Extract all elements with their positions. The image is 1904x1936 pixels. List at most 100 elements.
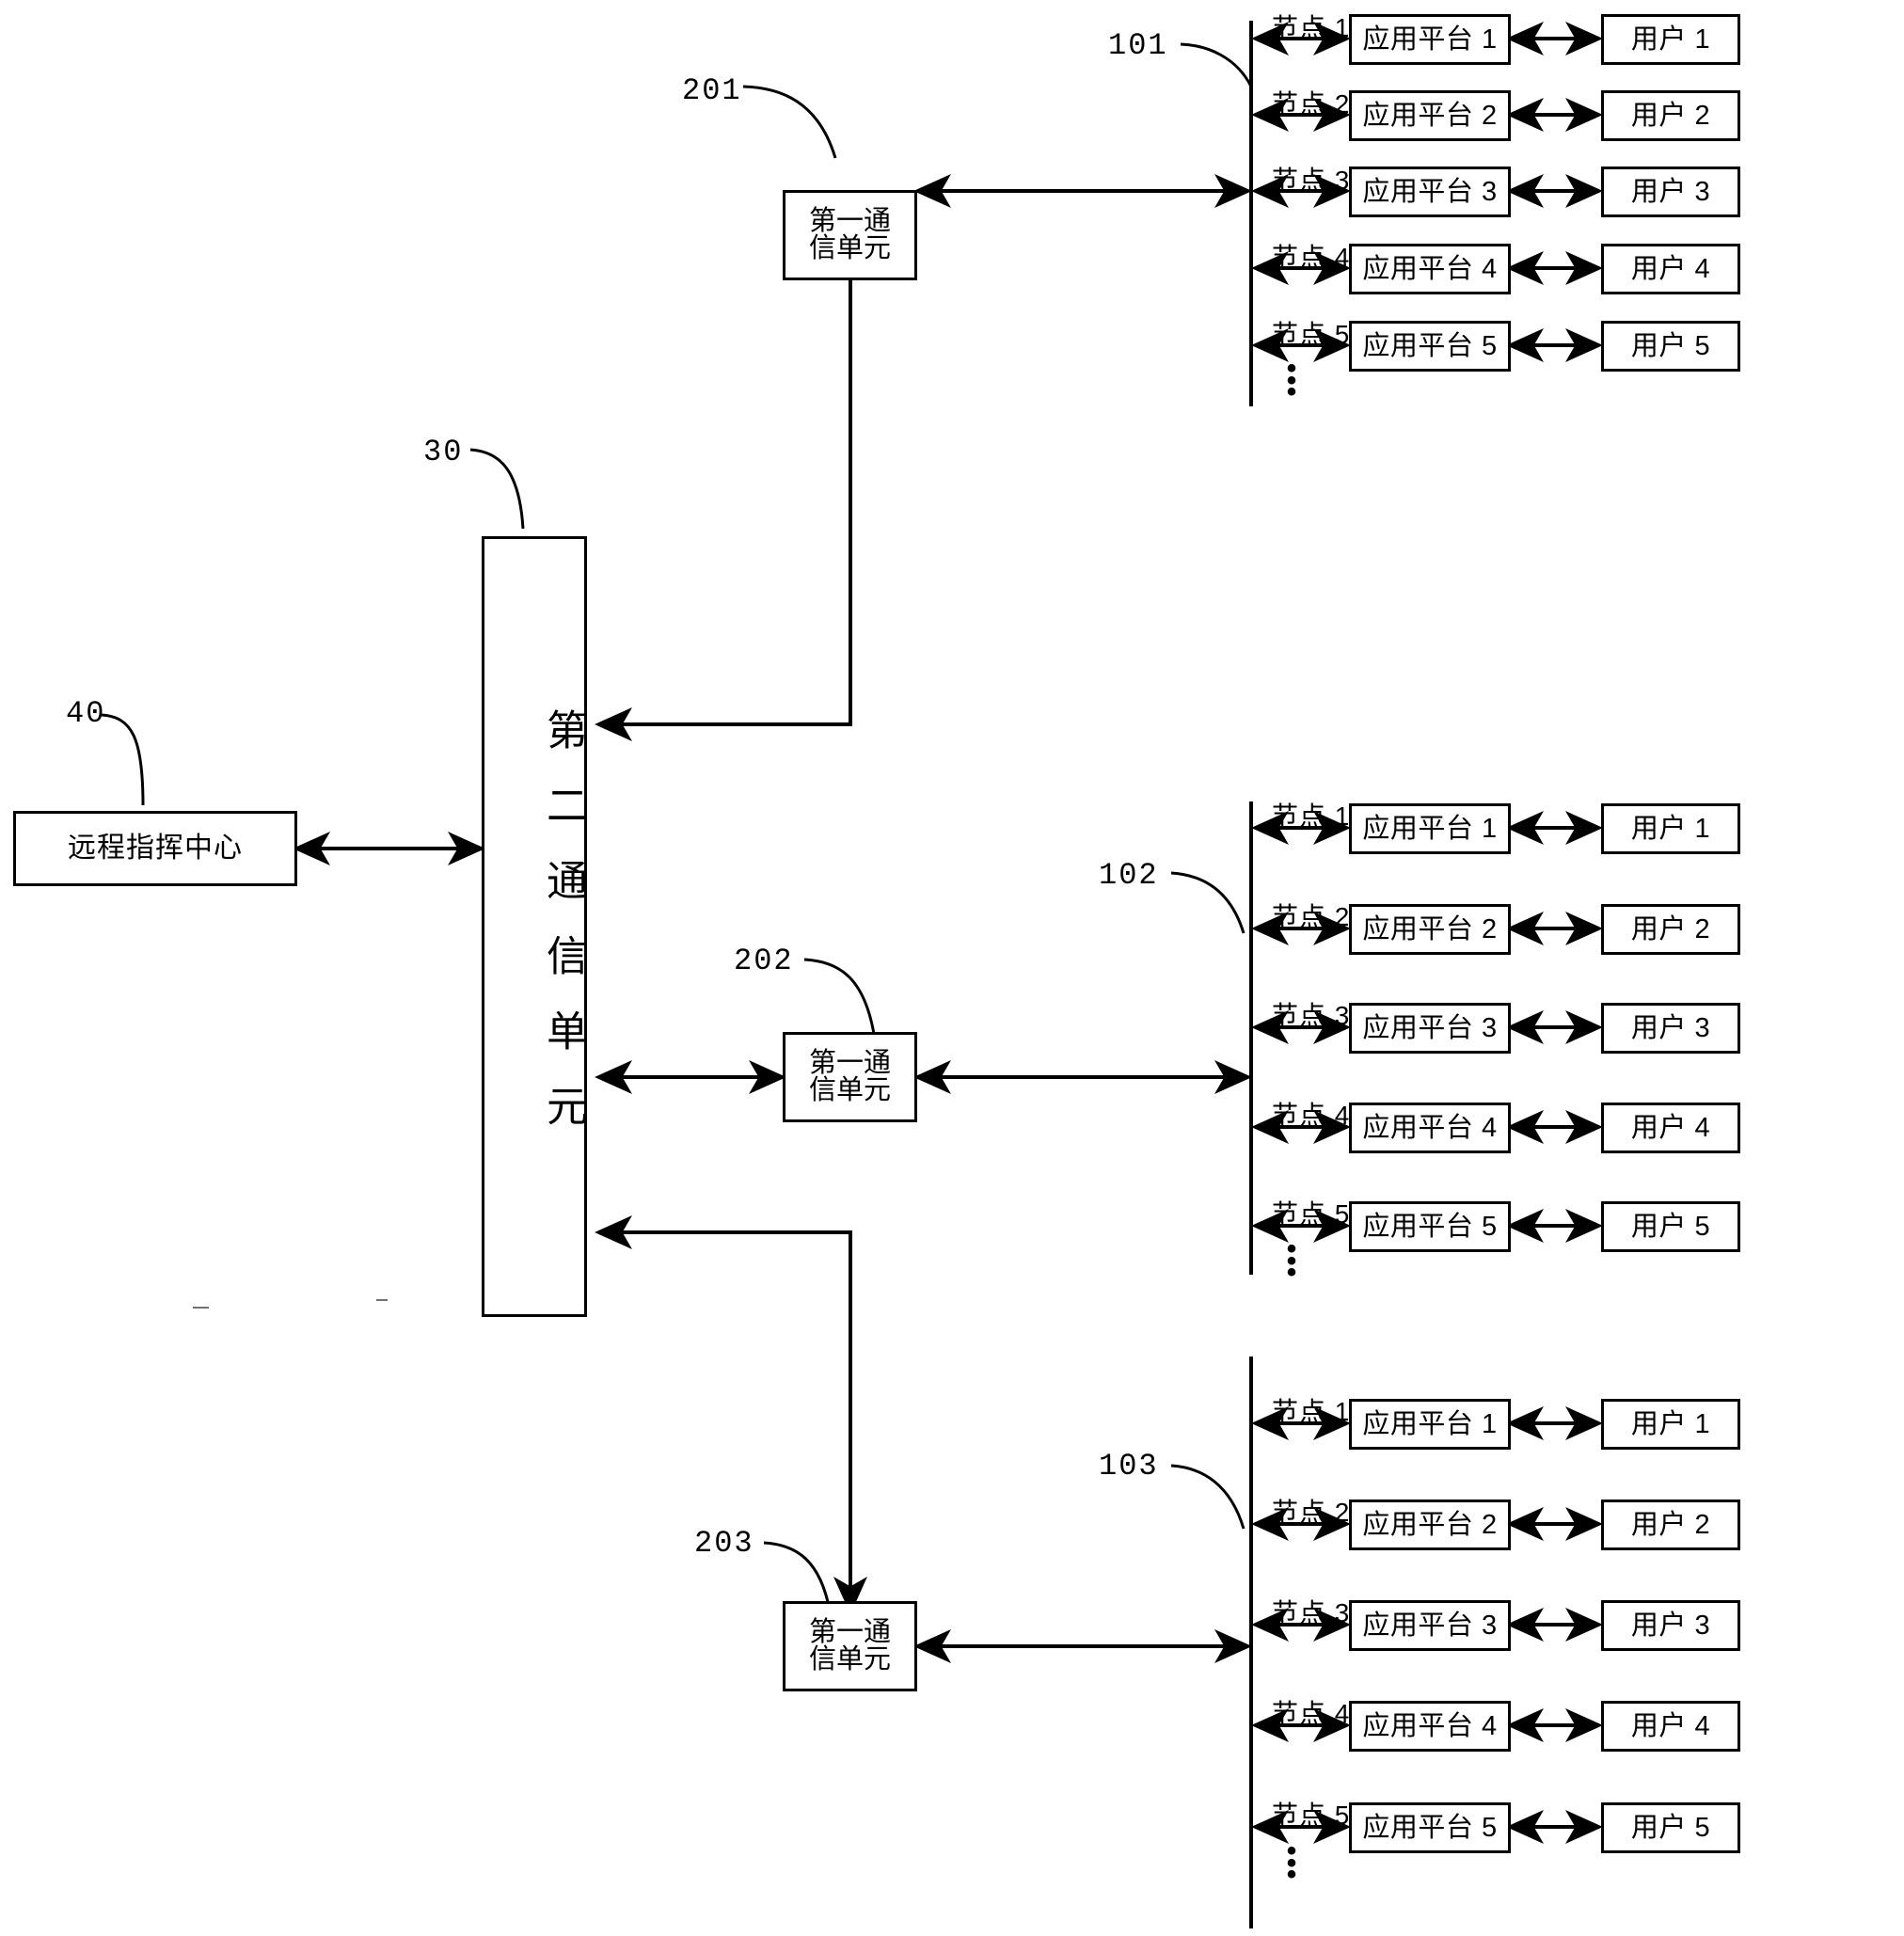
app-platform-label: 应用平台 5 [1362, 1812, 1498, 1843]
user-label: 用户 2 [1630, 100, 1711, 131]
app-platform-label: 应用平台 4 [1362, 1112, 1498, 1143]
app-platform-label: 应用平台 4 [1362, 1710, 1498, 1741]
node-label-g3-2: 节点 2 [1272, 1498, 1351, 1527]
ellipsis-dot: • [1286, 376, 1297, 408]
app-platform-label: 应用平台 1 [1362, 24, 1498, 55]
app-platform-g3-3[interactable]: 应用平台 3 [1349, 1600, 1511, 1651]
app-platform-label: 应用平台 1 [1362, 1408, 1498, 1439]
app-platform-g2-5[interactable]: 应用平台 5 [1349, 1201, 1511, 1252]
user-label: 用户 1 [1630, 813, 1711, 844]
app-platform-g3-5[interactable]: 应用平台 5 [1349, 1802, 1511, 1853]
app-platform-label: 应用平台 3 [1362, 176, 1498, 207]
user-g3-1[interactable]: 用户 1 [1601, 1399, 1740, 1450]
user-g2-3[interactable]: 用户 3 [1601, 1003, 1740, 1054]
user-label: 用户 1 [1630, 1408, 1711, 1439]
user-g3-2[interactable]: 用户 2 [1601, 1500, 1740, 1550]
user-label: 用户 4 [1630, 1710, 1711, 1741]
ref-label-101: 101 [1108, 28, 1168, 63]
ref-label-201: 201 [682, 73, 742, 108]
user-g2-1[interactable]: 用户 1 [1601, 803, 1740, 854]
app-platform-label: 应用平台 2 [1362, 100, 1498, 131]
remote-command-center-40[interactable]: 远程指挥中心 [13, 811, 297, 886]
app-platform-label: 应用平台 5 [1362, 330, 1498, 361]
user-g1-4[interactable]: 用户 4 [1601, 244, 1740, 294]
ellipsis-g2: • • • [1277, 1235, 1306, 1289]
ellipsis-dot: • [1286, 1257, 1297, 1289]
app-platform-g3-4[interactable]: 应用平台 4 [1349, 1701, 1511, 1752]
app-platform-label: 应用平台 3 [1362, 1610, 1498, 1641]
user-g1-3[interactable]: 用户 3 [1601, 167, 1740, 217]
user-label: 用户 2 [1630, 913, 1711, 944]
app-platform-label: 应用平台 2 [1362, 1509, 1498, 1540]
node-label-g2-3: 节点 3 [1272, 1001, 1351, 1030]
app-platform-g1-3[interactable]: 应用平台 3 [1349, 167, 1511, 217]
ellipsis-dot: • [1286, 1859, 1297, 1891]
user-label: 用户 3 [1630, 176, 1711, 207]
node-label-g3-4: 节点 4 [1272, 1699, 1351, 1728]
app-platform-g2-3[interactable]: 应用平台 3 [1349, 1003, 1511, 1054]
second-communication-unit-30[interactable]: 第二通信单元 [482, 536, 587, 1317]
app-platform-g1-2[interactable]: 应用平台 2 [1349, 90, 1511, 141]
user-g2-5[interactable]: 用户 5 [1601, 1201, 1740, 1252]
node-label-g2-2: 节点 2 [1272, 902, 1351, 931]
fcu-202-line2: 信单元 [808, 1075, 891, 1105]
node-label-g3-3: 节点 3 [1272, 1598, 1351, 1627]
user-label: 用户 3 [1630, 1012, 1711, 1043]
app-platform-g2-4[interactable]: 应用平台 4 [1349, 1103, 1511, 1153]
app-platform-label: 应用平台 3 [1362, 1012, 1498, 1043]
node-label-g2-5: 节点 5 [1272, 1199, 1351, 1229]
user-label: 用户 4 [1630, 1112, 1711, 1143]
node-label-g3-1: 节点 1 [1272, 1397, 1351, 1426]
app-platform-g2-2[interactable]: 应用平台 2 [1349, 904, 1511, 955]
node-label-g3-5: 节点 5 [1272, 1801, 1351, 1830]
fcu-202-line1: 第一通 [808, 1048, 891, 1078]
ref-label-203: 203 [694, 1526, 754, 1561]
user-g1-1[interactable]: 用户 1 [1601, 14, 1740, 65]
ref-label-40: 40 [66, 696, 106, 731]
user-g3-3[interactable]: 用户 3 [1601, 1600, 1740, 1651]
ref-label-30: 30 [423, 435, 464, 469]
user-label: 用户 4 [1630, 253, 1711, 284]
user-g3-5[interactable]: 用户 5 [1601, 1802, 1740, 1853]
node-label-g1-4: 节点 4 [1272, 243, 1351, 272]
node-label-g1-2: 节点 2 [1272, 89, 1351, 119]
node-label-g1-5: 节点 5 [1272, 320, 1351, 349]
ellipsis-g1: • • • [1277, 355, 1306, 408]
node-label-g1-3: 节点 3 [1272, 166, 1351, 195]
ref-label-102: 102 [1099, 858, 1159, 893]
app-platform-label: 应用平台 4 [1362, 253, 1498, 284]
app-platform-g1-1[interactable]: 应用平台 1 [1349, 14, 1511, 65]
app-platform-g2-1[interactable]: 应用平台 1 [1349, 803, 1511, 854]
first-communication-unit-201[interactable]: 第一通 信单元 [783, 190, 917, 280]
patent-diagram-canvas: 201 101 30 40 202 102 203 103 第一通 信单元 第一… [0, 0, 1904, 1936]
ellipsis-g3: • • • [1277, 1837, 1306, 1891]
first-communication-unit-202[interactable]: 第一通 信单元 [783, 1032, 917, 1122]
user-label: 用户 5 [1630, 1211, 1711, 1242]
app-platform-label: 应用平台 5 [1362, 1211, 1498, 1242]
user-label: 用户 5 [1630, 330, 1711, 361]
scu-label: 第二通信单元 [540, 708, 586, 1160]
user-g2-2[interactable]: 用户 2 [1601, 904, 1740, 955]
app-platform-label: 应用平台 1 [1362, 813, 1498, 844]
fcu-203-line1: 第一通 [808, 1617, 891, 1647]
user-g2-4[interactable]: 用户 4 [1601, 1103, 1740, 1153]
app-platform-g1-5[interactable]: 应用平台 5 [1349, 321, 1511, 372]
node-label-g1-1: 节点 1 [1272, 13, 1351, 42]
user-label: 用户 1 [1630, 24, 1711, 55]
first-communication-unit-203[interactable]: 第一通 信单元 [783, 1601, 917, 1691]
user-label: 用户 5 [1630, 1812, 1711, 1843]
ref-label-103: 103 [1099, 1449, 1159, 1484]
user-label: 用户 3 [1630, 1610, 1711, 1641]
user-label: 用户 2 [1630, 1509, 1711, 1540]
app-platform-g1-4[interactable]: 应用平台 4 [1349, 244, 1511, 294]
app-platform-g3-2[interactable]: 应用平台 2 [1349, 1500, 1511, 1550]
fcu-201-line2: 信单元 [808, 233, 891, 263]
user-g1-2[interactable]: 用户 2 [1601, 90, 1740, 141]
fcu-203-line2: 信单元 [808, 1644, 891, 1674]
user-g3-4[interactable]: 用户 4 [1601, 1701, 1740, 1752]
fcu-201-line1: 第一通 [808, 206, 891, 236]
app-platform-g3-1[interactable]: 应用平台 1 [1349, 1399, 1511, 1450]
rcc-label: 远程指挥中心 [68, 833, 243, 865]
user-g1-5[interactable]: 用户 5 [1601, 321, 1740, 372]
ref-label-202: 202 [734, 944, 794, 978]
